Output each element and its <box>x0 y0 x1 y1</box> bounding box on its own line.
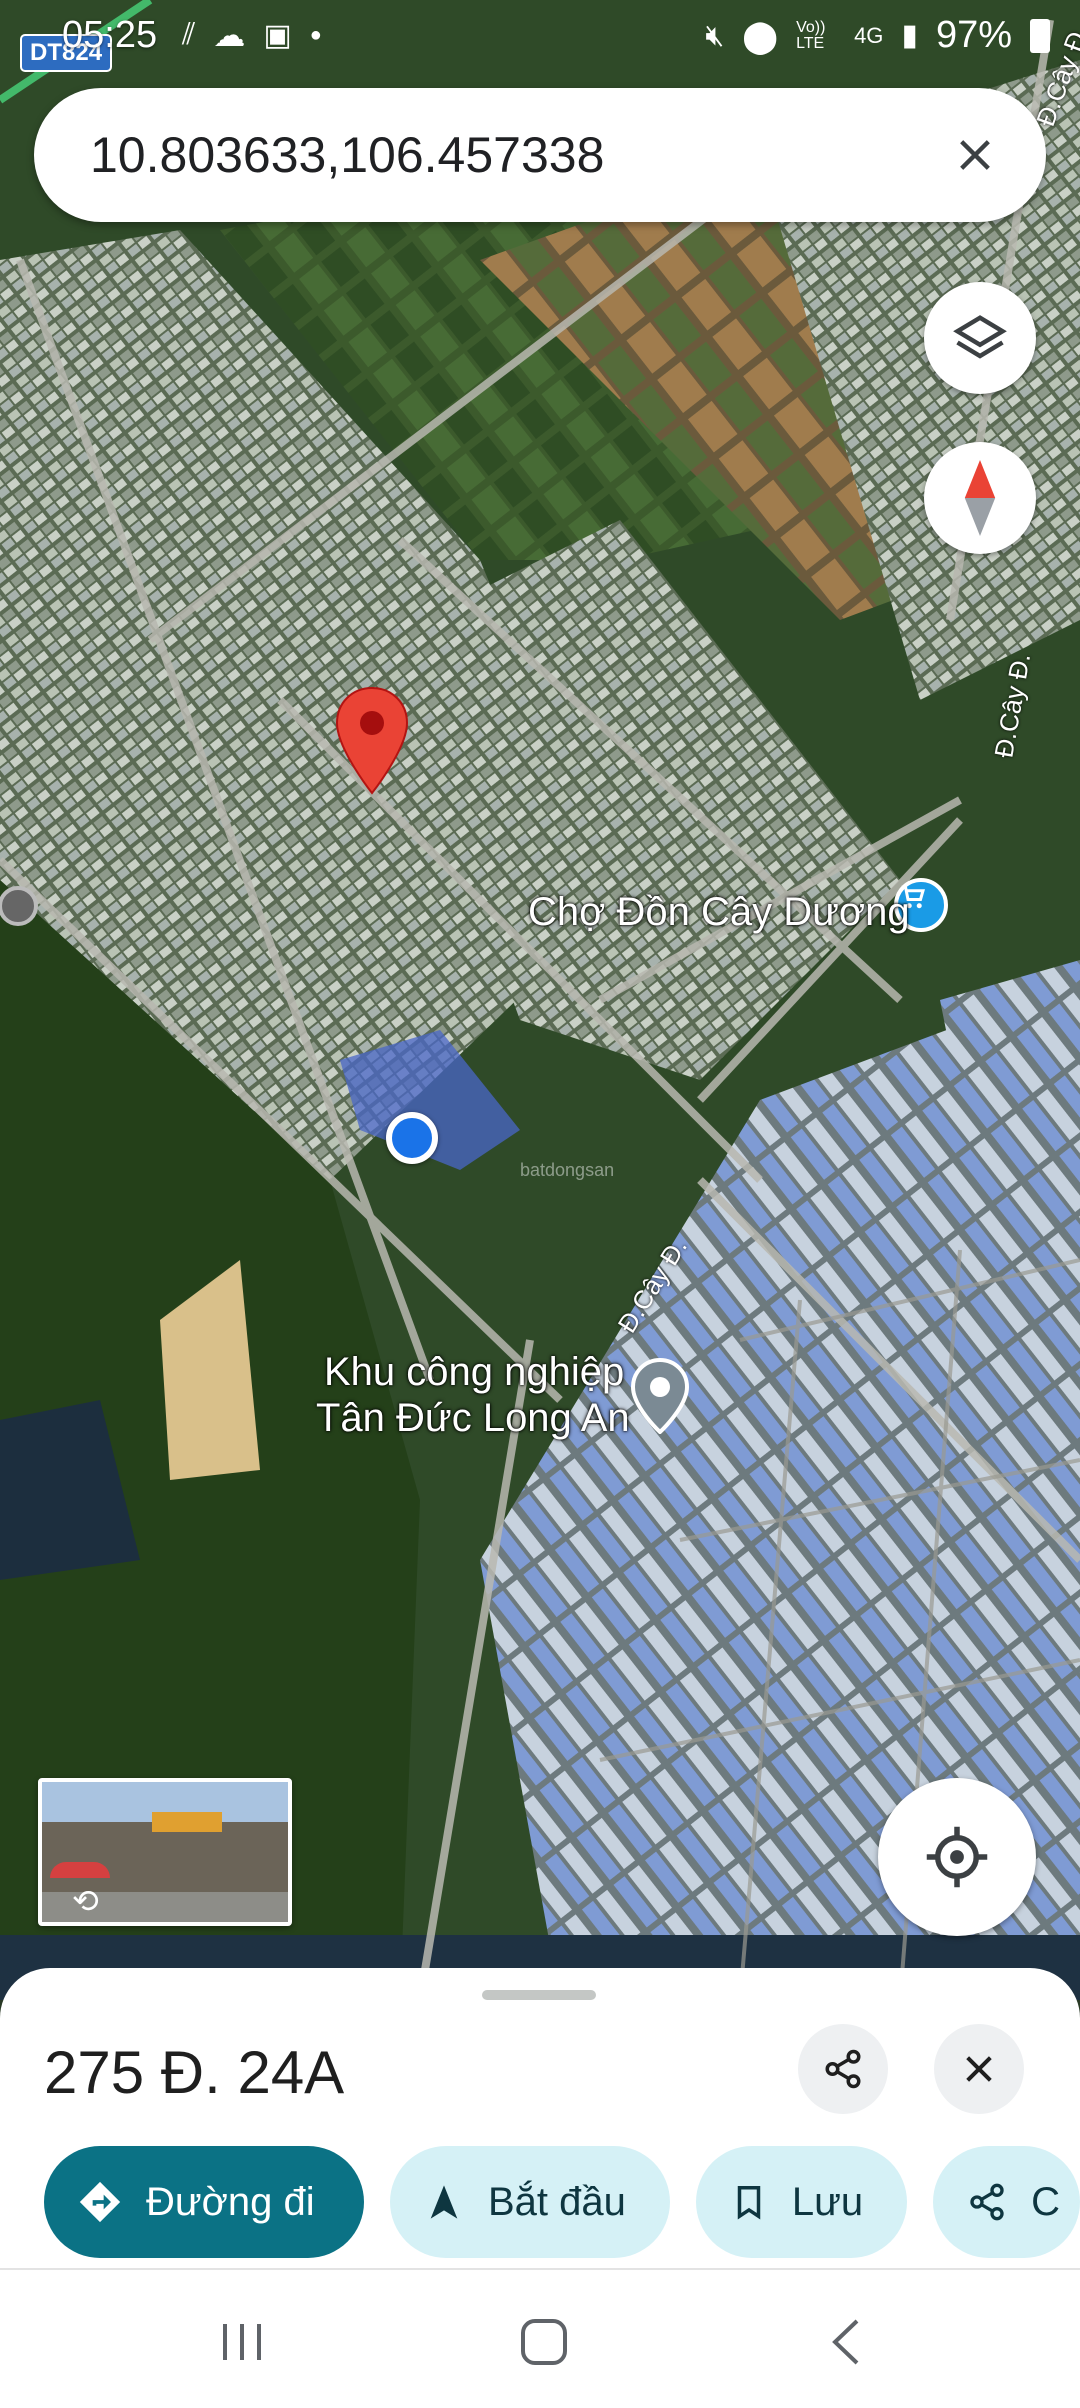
place-label-market[interactable]: Chợ Đồn Cây Dương <box>528 890 910 935</box>
volte-icon: Vo)) LTE <box>796 18 826 52</box>
current-location-dot <box>386 1112 438 1164</box>
system-icons: 🔇︎ ⬤ Vo)) LTE 4G ▮ 97% <box>705 14 1050 57</box>
action-chips: Đường đi Bắt đầu Lưu C <box>44 2146 1080 2258</box>
search-input[interactable] <box>90 126 910 184</box>
place-label-industrial-park-line2[interactable]: Tân Đức Long An <box>316 1396 630 1441</box>
compass-icon <box>964 460 996 536</box>
notification-icons: ⫽ ☁ ▣ ● <box>182 16 322 54</box>
back-icon <box>832 2319 859 2365</box>
network-type: 4G <box>854 22 884 48</box>
search-bar[interactable] <box>34 88 1046 222</box>
map-view[interactable]: Chợ Đồn Cây Dương Khu công nghiệp Tân Đứ… <box>0 0 1080 2000</box>
layers-icon <box>953 315 1007 359</box>
close-icon <box>966 2056 992 2082</box>
close-sheet-button[interactable] <box>934 2024 1024 2114</box>
map-pin-icon <box>335 686 409 795</box>
dropped-pin-marker[interactable] <box>334 686 410 796</box>
battery-icon <box>1030 18 1050 53</box>
recent-apps-button[interactable] <box>202 2302 282 2382</box>
battery-percent: 97% <box>935 14 1012 56</box>
place-pin-icon <box>630 1358 690 1434</box>
satellite-imagery <box>0 0 1080 2000</box>
cell-signal-icon: ▮ <box>901 19 918 52</box>
close-icon <box>960 140 990 170</box>
location-icon: ⬤ <box>742 17 779 54</box>
home-button[interactable] <box>504 2302 584 2382</box>
cloud-icon: ☁ <box>213 17 246 53</box>
mute-icon: 🔇︎ <box>705 18 725 52</box>
sheet-drag-handle[interactable] <box>482 1990 596 2000</box>
my-location-button[interactable] <box>878 1778 1036 1936</box>
share-chip-button[interactable]: C <box>933 2146 1080 2258</box>
save-label: Lưu <box>791 2179 864 2224</box>
place-label-industrial-park-line1[interactable]: Khu công nghiệp <box>324 1350 624 1395</box>
back-button[interactable] <box>806 2302 886 2382</box>
share-button[interactable] <box>798 2024 888 2114</box>
system-navigation-bar <box>0 2270 1080 2408</box>
start-label: Bắt đầu <box>488 2179 626 2224</box>
recent-apps-icon <box>223 2324 261 2360</box>
share-icon <box>970 2183 1004 2221</box>
directions-label: Đường đi <box>146 2179 315 2224</box>
navigation-arrow-icon <box>430 2185 458 2219</box>
street-view-thumbnail[interactable]: ⟲ <box>38 1778 292 1926</box>
dot-icon: ● <box>309 23 322 46</box>
crosshair-icon <box>926 1826 988 1888</box>
home-icon <box>521 2319 567 2365</box>
bookmark-icon <box>737 2186 761 2220</box>
status-bar: DT824 05:25 ⫽ ☁ ▣ ● 🔇︎ ⬤ Vo)) LTE 4G ▮ 9… <box>0 0 1080 72</box>
directions-icon <box>79 2181 121 2223</box>
watermark: batdongsan <box>520 1160 615 1180</box>
start-button[interactable]: Bắt đầu <box>390 2146 670 2258</box>
directions-button[interactable]: Đường đi <box>44 2146 364 2258</box>
map-layers-button[interactable] <box>924 282 1036 394</box>
share-icon <box>825 2049 861 2089</box>
compass-button[interactable] <box>924 442 1036 554</box>
place-bottom-sheet[interactable]: 275 Đ. 24A Đường đi Bắt đầu Lưu C <box>0 1968 1080 2268</box>
clear-search-button[interactable] <box>944 124 1006 186</box>
signal-strength-icon: ⫽ <box>182 18 196 51</box>
place-title: 275 Đ. 24A <box>44 2039 345 2106</box>
save-button[interactable]: Lưu <box>695 2146 908 2258</box>
industrial-park-marker[interactable] <box>630 1358 690 1434</box>
street-view-360-icon: ⟲ <box>72 1883 99 1919</box>
status-time: 05:25 <box>62 14 158 56</box>
image-icon: ▣ <box>263 18 292 52</box>
share-chip-label: C <box>1031 2179 1061 2224</box>
